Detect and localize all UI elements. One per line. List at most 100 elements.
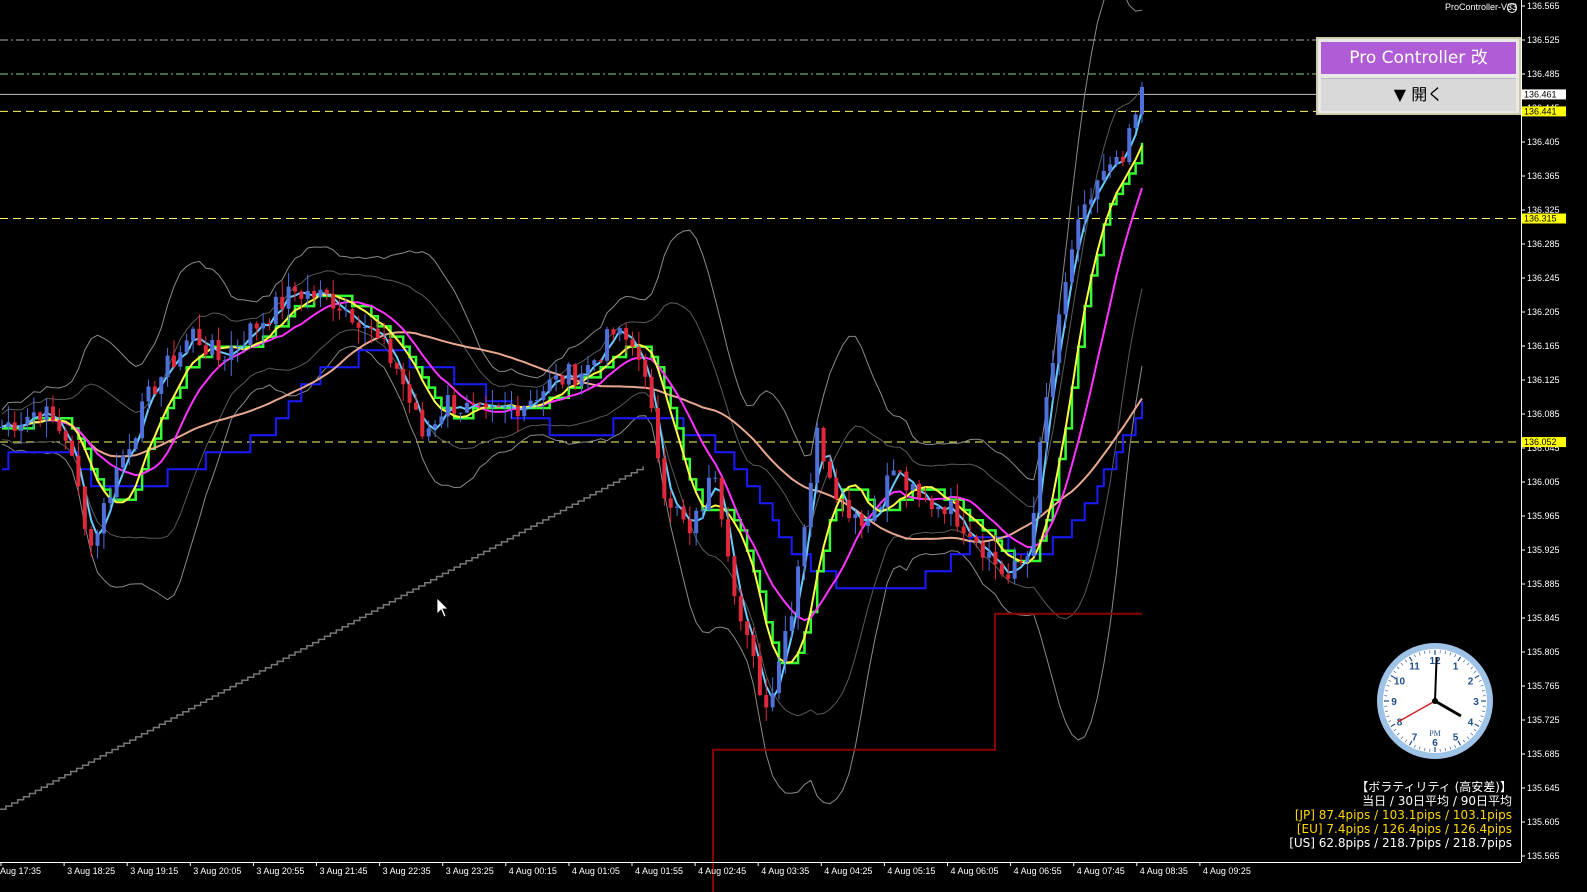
clock-numeral: 7 xyxy=(1412,733,1418,744)
candle-body xyxy=(420,409,425,437)
candle-body xyxy=(675,506,680,508)
candle-body xyxy=(197,328,202,346)
candle-body xyxy=(942,506,947,515)
candle-body xyxy=(662,458,667,499)
candle-body xyxy=(668,498,673,508)
candle-body xyxy=(1120,156,1125,163)
candle-body xyxy=(394,363,399,369)
time-tick-label: 4 Aug 07:45 xyxy=(1077,866,1125,876)
candle-body xyxy=(776,661,781,694)
price-chart[interactable]: 136.565136.525136.485136.445136.405136.3… xyxy=(0,0,1587,892)
candle-body xyxy=(910,483,915,491)
candle-body xyxy=(1082,204,1087,220)
candle-body xyxy=(611,329,616,335)
candle-body xyxy=(50,406,55,421)
candle-body xyxy=(1095,180,1100,200)
candle-body xyxy=(999,564,1004,575)
candle-body xyxy=(76,455,81,487)
candle-body xyxy=(356,322,361,328)
candle-body xyxy=(815,427,820,483)
candle-body xyxy=(171,355,176,367)
time-tick-label: 4 Aug 05:15 xyxy=(887,866,935,876)
candle-body xyxy=(770,693,775,708)
candle-body xyxy=(847,500,852,519)
candle-body xyxy=(745,621,750,636)
candle-body xyxy=(560,375,565,385)
candle-body xyxy=(1133,114,1138,129)
candle-body xyxy=(286,286,291,309)
candle-body xyxy=(859,514,864,526)
clock-numeral: 1 xyxy=(1453,661,1459,672)
candle-body xyxy=(566,364,571,385)
candle-body xyxy=(1018,560,1023,563)
candle-body xyxy=(433,424,438,429)
candle-body xyxy=(12,422,17,431)
candle-body xyxy=(382,338,387,340)
time-tick-label: Aug 17:35 xyxy=(0,866,41,876)
candle-body xyxy=(121,455,126,468)
candle-body xyxy=(547,379,552,392)
candle-body xyxy=(1127,128,1132,163)
candle-body xyxy=(471,402,476,404)
time-tick-label: 4 Aug 02:45 xyxy=(698,866,746,876)
time-tick-label: 4 Aug 09:25 xyxy=(1203,866,1251,876)
candle-body xyxy=(337,308,342,311)
bid-price-label: 136.461 xyxy=(1524,89,1557,99)
pro-controller-title[interactable]: Pro Controller 改 xyxy=(1321,42,1516,74)
candle-body xyxy=(350,309,355,323)
candle-body xyxy=(31,412,36,417)
candle-body xyxy=(700,510,705,512)
clock-numeral: 11 xyxy=(1409,661,1420,672)
clock-numeral: 9 xyxy=(1391,697,1397,708)
candle-body xyxy=(643,359,648,377)
candle-body xyxy=(82,486,87,529)
candle-body xyxy=(554,375,559,380)
time-tick-label: 3 Aug 19:15 xyxy=(130,866,178,876)
bollinger-lower-line xyxy=(1,345,1143,805)
candle-body xyxy=(458,412,463,414)
candle-body xyxy=(70,440,75,456)
price-tick-label: 136.125 xyxy=(1527,375,1560,385)
candle-body xyxy=(1063,281,1068,315)
candle-body xyxy=(254,323,259,329)
candle-body xyxy=(57,420,62,432)
price-tick-label: 135.845 xyxy=(1527,613,1560,623)
candle-body xyxy=(114,467,119,498)
chart-lines-layer xyxy=(0,39,1521,443)
candle-body xyxy=(375,328,380,339)
candle-body xyxy=(968,533,973,537)
candle-body xyxy=(191,328,196,341)
candle-body xyxy=(305,290,310,299)
candle-body xyxy=(63,431,68,441)
candle-body xyxy=(299,291,304,299)
candle-body xyxy=(229,346,234,360)
price-tick-label: 135.925 xyxy=(1527,545,1560,555)
candle-body xyxy=(407,384,412,403)
candle-body xyxy=(955,499,960,527)
time-tick-label: 3 Aug 22:35 xyxy=(383,866,431,876)
candle-body xyxy=(184,340,189,353)
clock-center xyxy=(1432,698,1438,704)
candle-body xyxy=(579,373,584,386)
candle-body xyxy=(426,428,431,437)
price-tick-label: 135.725 xyxy=(1527,715,1560,725)
clock-numeral: 2 xyxy=(1468,677,1474,688)
candle-body xyxy=(827,461,832,478)
candle-body xyxy=(6,422,11,427)
candle-body xyxy=(369,326,374,329)
candle-body xyxy=(292,286,297,292)
candle-body xyxy=(1101,170,1106,181)
candle-body xyxy=(1108,164,1113,171)
clock-numeral: 3 xyxy=(1473,697,1479,708)
time-tick-label: 3 Aug 20:55 xyxy=(256,866,304,876)
candle-body xyxy=(840,498,845,501)
candle-body xyxy=(159,377,164,394)
price-tick-label: 136.085 xyxy=(1527,409,1560,419)
price-tick-label: 136.005 xyxy=(1527,477,1560,487)
open-button[interactable]: ▼ 開く xyxy=(1321,78,1516,111)
candle-body xyxy=(987,551,992,558)
time-tick-label: 4 Aug 08:35 xyxy=(1140,866,1188,876)
volatility-subtitle: 当日 / 30日平均 / 90日平均 xyxy=(1362,794,1512,808)
analog-clock: 1234567891011 12PM xyxy=(1377,643,1493,759)
candle-body xyxy=(484,403,489,408)
